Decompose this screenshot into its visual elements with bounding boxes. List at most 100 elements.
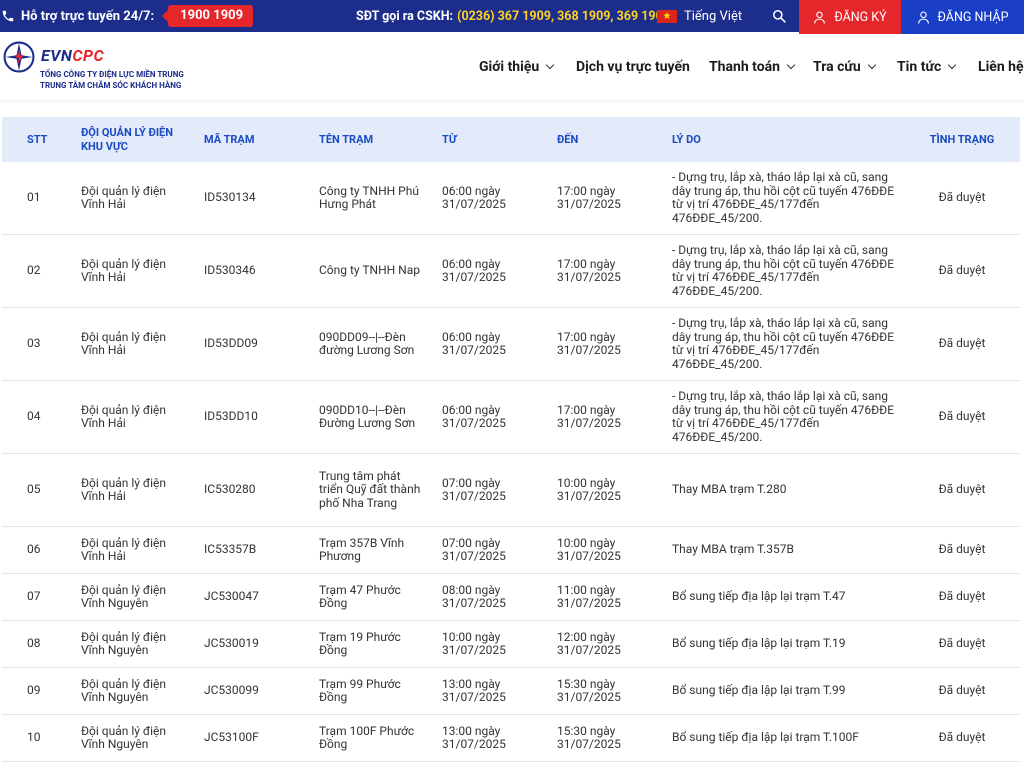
phone-icon xyxy=(2,10,14,22)
cell-don-vi: Đội quản lý điện Vĩnh Hải xyxy=(81,183,167,211)
table-row: 01 Đội quản lý điện Vĩnh Hải ID530134 Cô… xyxy=(2,162,1020,235)
support-label: Hỗ trợ trực tuyến 24/7: xyxy=(21,8,155,24)
table-row: 09 Đội quản lý điện Vĩnh Nguyên JC530099… xyxy=(2,668,1020,715)
user-icon xyxy=(917,11,929,24)
cell-stt: 10 xyxy=(27,730,41,745)
cell-tu: 06:00 ngày 31/07/2025 xyxy=(442,183,506,211)
logo-subtitle-2: TRUNG TÂM CHĂM SÓC KHÁCH HÀNG xyxy=(40,81,182,90)
cell-den: 15:30 ngày 31/07/2025 xyxy=(557,676,621,704)
cell-ma-tram: JC530047 xyxy=(204,589,259,604)
table-row: 04 Đội quản lý điện Vĩnh Hải ID53DD10 09… xyxy=(2,381,1020,454)
cell-tu: 06:00 ngày 31/07/2025 xyxy=(442,329,506,357)
cskh-line: SĐT gọi ra CSKH: (0236) 367 1909, 368 19… xyxy=(356,0,670,32)
cell-stt: 06 xyxy=(27,542,41,557)
cell-tinh-trang: Đã duyệt xyxy=(938,683,986,698)
cell-den: 17:00 ngày 31/07/2025 xyxy=(557,256,621,284)
cell-tinh-trang: Đã duyệt xyxy=(938,263,986,278)
cell-den: 15:30 ngày 31/07/2025 xyxy=(557,723,621,751)
cell-ly-do: - Dựng trụ, lắp xà, tháo lắp lại xà cũ, … xyxy=(672,243,895,298)
cell-ten-tram: 090DD10--|--Đèn Đường Lương Sơn xyxy=(319,402,416,430)
cell-den: 11:00 ngày 31/07/2025 xyxy=(557,582,621,610)
cell-ly-do: Thay MBA trạm T.357B xyxy=(672,542,794,557)
nav-label: Tra cứu xyxy=(813,59,861,75)
cell-ly-do: Bổ sung tiếp địa lập lại trạm T.100F xyxy=(672,730,859,745)
cell-ly-do: Bổ sung tiếp địa lập lại trạm T.19 xyxy=(672,636,846,651)
cell-den: 10:00 ngày 31/07/2025 xyxy=(557,475,621,503)
cell-ma-tram: ID530346 xyxy=(204,263,256,278)
cell-tinh-trang: Đã duyệt xyxy=(938,336,986,351)
cell-tinh-trang: Đã duyệt xyxy=(938,542,986,557)
cell-ma-tram: ID53DD10 xyxy=(204,409,258,424)
col-header-ten-tram: TÊN TRẠM xyxy=(319,132,374,146)
site-header: EVNCPC TỔNG CÔNG TY ĐIỆN LỰC MIỀN TRUNG … xyxy=(0,34,1024,100)
nav-item-tra-cuu[interactable]: Tra cứu xyxy=(813,34,876,100)
cell-don-vi: Đội quản lý điện Vĩnh Hải xyxy=(81,329,167,357)
cell-ten-tram: Trạm 47 Phước Đồng xyxy=(319,582,401,610)
col-header-don-vi: ĐỘI QUẢN LÝ ĐIỆN KHU VỰC xyxy=(81,125,173,153)
cell-ly-do: Bổ sung tiếp địa lập lại trạm T.99 xyxy=(672,683,846,698)
language-selector[interactable]: ★ Tiếng Việt xyxy=(657,0,742,32)
cell-ten-tram: 090DD09--|--Đèn đường Lương Sơn xyxy=(319,329,415,357)
cell-stt: 04 xyxy=(27,409,41,424)
hotline-button[interactable]: 1900 1909 xyxy=(162,5,254,27)
table-row: 06 Đội quản lý điện Vĩnh Hải IC53357B Tr… xyxy=(2,527,1020,574)
col-header-tinh-trang: TÌNH TRẠNG xyxy=(929,132,995,146)
cell-tu: 06:00 ngày 31/07/2025 xyxy=(442,402,506,430)
chevron-down-icon xyxy=(867,60,876,70)
cell-tu: 08:00 ngày 31/07/2025 xyxy=(442,582,506,610)
table-row: 10 Đội quản lý điện Vĩnh Nguyên JC53100F… xyxy=(2,715,1020,762)
cell-ten-tram: Trạm 19 Phước Đồng xyxy=(319,629,401,657)
top-bar: Hỗ trợ trực tuyến 24/7: 1900 1909 SĐT gọ… xyxy=(0,0,1024,34)
cell-stt: 08 xyxy=(27,636,41,651)
logo-subtitle-1: TỔNG CÔNG TY ĐIỆN LỰC MIỀN TRUNG xyxy=(40,70,184,79)
logo-text: EVNCPC xyxy=(41,40,104,74)
nav-item-gioi-thieu[interactable]: Giới thiệu xyxy=(479,34,555,100)
cell-ly-do: Bổ sung tiếp địa lập lại trạm T.47 xyxy=(672,589,846,604)
cell-stt: 05 xyxy=(27,482,41,497)
chevron-down-icon xyxy=(948,60,957,70)
cell-ten-tram: Công ty TNHH Phú Hưng Phát xyxy=(319,183,419,211)
register-button[interactable]: ĐĂNG KÝ xyxy=(799,0,901,34)
cell-stt: 03 xyxy=(27,336,41,351)
register-label: ĐĂNG KÝ xyxy=(834,9,887,25)
cell-den: 17:00 ngày 31/07/2025 xyxy=(557,402,621,430)
cell-ten-tram: Trạm 357B Vĩnh Phương xyxy=(319,535,405,563)
cell-don-vi: Đội quản lý điện Vĩnh Hải xyxy=(81,535,167,563)
brand-evn: EVN xyxy=(41,46,73,65)
table-row: 08 Đội quản lý điện Vĩnh Nguyên JC530019… xyxy=(2,621,1020,668)
search-button[interactable] xyxy=(770,0,788,32)
cell-tinh-trang: Đã duyệt xyxy=(938,482,986,497)
cell-tu: 06:00 ngày 31/07/2025 xyxy=(442,256,506,284)
user-icon xyxy=(814,11,826,24)
evn-logo-icon xyxy=(3,41,35,73)
nav-item-tin-tuc[interactable]: Tin tức xyxy=(897,34,957,100)
evncpc-logo[interactable]: EVNCPC TỔNG CÔNG TY ĐIỆN LỰC MIỀN TRUNG … xyxy=(2,40,184,90)
cell-den: 12:00 ngày 31/07/2025 xyxy=(557,629,621,657)
table-row: 05 Đội quản lý điện Vĩnh Hải IC530280 Tr… xyxy=(2,454,1020,527)
cell-tu: 13:00 ngày 31/07/2025 xyxy=(442,676,506,704)
cell-ma-tram: IC530280 xyxy=(204,482,256,497)
login-button[interactable]: ĐĂNG NHẬP xyxy=(901,0,1024,34)
cell-ten-tram: Trạm 100F Phước Đồng xyxy=(319,723,415,751)
nav-item-dich-vu-truc-tuyen[interactable]: Dịch vụ trực tuyến xyxy=(576,34,690,100)
nav-label: Thanh toán xyxy=(709,59,780,75)
col-header-ly-do: LÝ DO xyxy=(672,132,701,146)
cell-den: 17:00 ngày 31/07/2025 xyxy=(557,183,621,211)
cell-ma-tram: ID530134 xyxy=(204,190,256,205)
nav-item-thanh-toan[interactable]: Thanh toán xyxy=(709,34,796,100)
cell-ly-do: - Dựng trụ, lắp xà, tháo lắp lại xà cũ, … xyxy=(672,170,895,225)
cell-stt: 01 xyxy=(27,190,41,205)
col-header-tu: TỪ xyxy=(442,132,457,146)
brand-name: EVNCPC xyxy=(41,46,104,65)
cell-don-vi: Đội quản lý điện Vĩnh Hải xyxy=(81,256,167,284)
cell-don-vi: Đội quản lý điện Vĩnh Nguyên xyxy=(81,629,167,657)
cell-den: 17:00 ngày 31/07/2025 xyxy=(557,329,621,357)
cell-ten-tram: Trung tâm phát triển Quỹ đất thành phố N… xyxy=(319,468,421,510)
cell-tu: 13:00 ngày 31/07/2025 xyxy=(442,723,506,751)
support-line: Hỗ trợ trực tuyến 24/7: 1900 1909 xyxy=(0,0,254,32)
language-label: Tiếng Việt xyxy=(684,8,743,24)
nav-item-lien-he[interactable]: Liên hệ xyxy=(978,34,1024,100)
col-header-den: ĐẾN xyxy=(557,132,579,146)
cell-ma-tram: IC53357B xyxy=(204,542,257,557)
cell-stt: 07 xyxy=(27,589,41,604)
